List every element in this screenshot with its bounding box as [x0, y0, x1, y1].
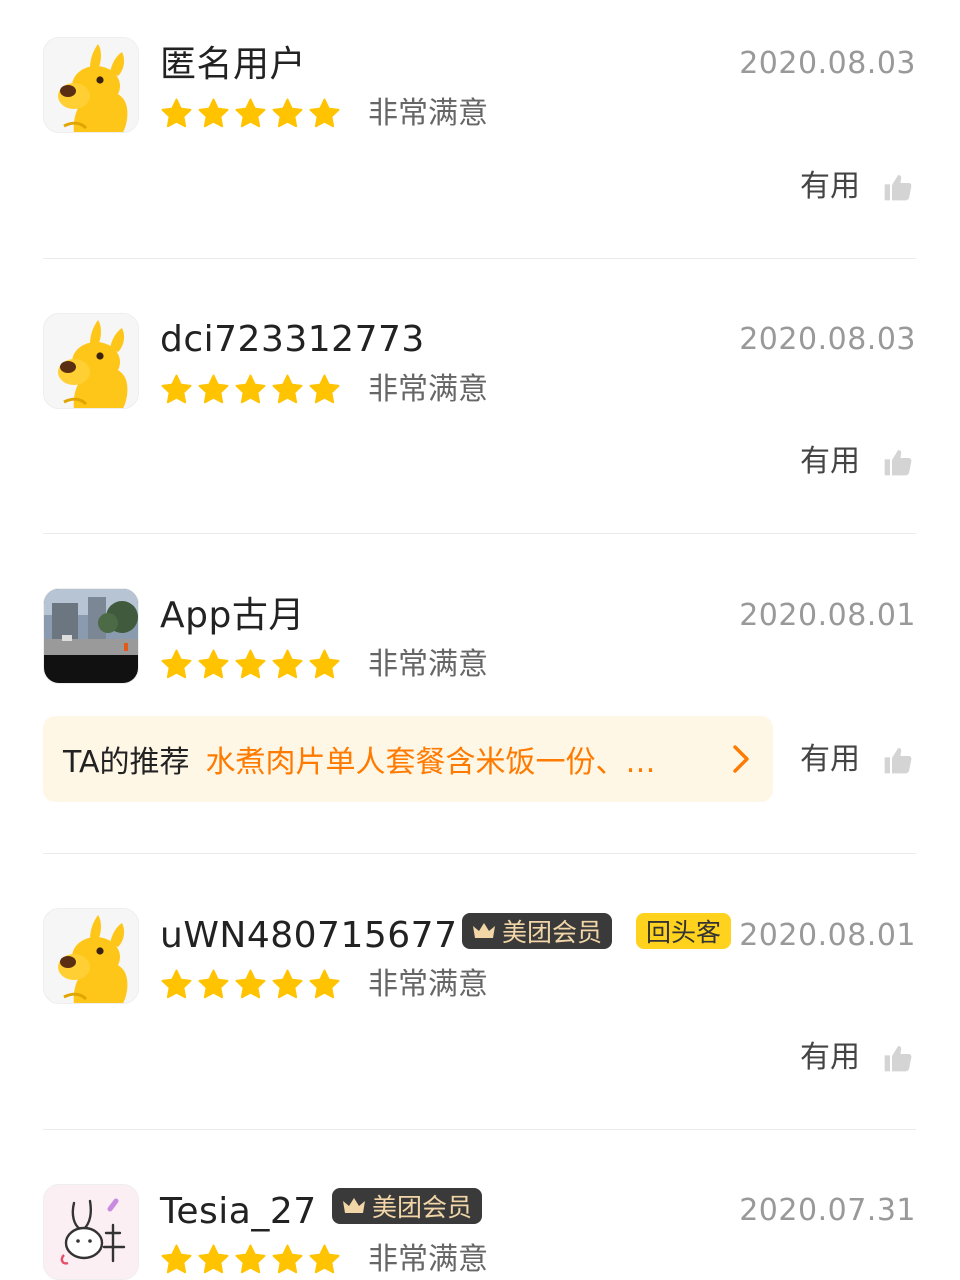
star-rating	[160, 1240, 341, 1280]
user-avatar[interactable]	[43, 908, 139, 1004]
useful-label: 有用	[800, 169, 860, 204]
thumbs-up-icon	[882, 1042, 914, 1074]
star-icon	[197, 97, 230, 130]
review-date: 2020.08.03	[739, 322, 916, 357]
rating-text: 非常满意	[368, 967, 488, 1002]
star-rating	[160, 645, 341, 685]
review-date: 2020.08.01	[739, 918, 916, 953]
star-icon	[160, 968, 193, 1001]
review-date: 2020.08.03	[739, 46, 916, 81]
rating-text: 非常满意	[368, 96, 488, 131]
star-icon	[160, 373, 193, 406]
user-avatar[interactable]	[43, 37, 139, 133]
member-badge-label: 美团会员	[502, 918, 603, 947]
rating-text: 非常满意	[368, 1242, 488, 1277]
recommend-dishes: 水煮肉片单人套餐含米饭一份、…	[205, 745, 656, 780]
star-icon	[308, 648, 341, 681]
star-icon	[308, 1243, 341, 1276]
username[interactable]: uWN480715677	[160, 914, 457, 958]
review-date: 2020.08.01	[739, 598, 916, 633]
star-icon	[308, 97, 341, 130]
chevron-right-icon	[733, 745, 749, 773]
useful-button[interactable]: 有用	[800, 167, 914, 207]
member-badge: 美团会员	[462, 913, 613, 949]
useful-button[interactable]: 有用	[800, 442, 914, 482]
star-icon	[234, 648, 267, 681]
star-icon	[160, 97, 193, 130]
useful-button[interactable]: 有用	[800, 740, 914, 780]
recommend-label: TA的推荐	[63, 745, 190, 780]
member-badge: 美团会员	[332, 1188, 483, 1224]
star-icon	[234, 1243, 267, 1276]
rating-text: 非常满意	[368, 647, 488, 682]
useful-button[interactable]: 有用	[800, 1038, 914, 1078]
divider	[43, 533, 916, 534]
star-icon	[308, 968, 341, 1001]
star-icon	[197, 648, 230, 681]
street-photo-icon	[44, 589, 139, 684]
review-date: 2020.07.31	[739, 1193, 916, 1228]
thumbs-up-icon	[882, 446, 914, 478]
star-icon	[271, 1243, 304, 1276]
rating-text: 非常满意	[368, 372, 488, 407]
username[interactable]: dci723312773	[160, 318, 425, 362]
divider	[43, 853, 916, 854]
star-icon	[160, 1243, 193, 1276]
username[interactable]: App古月	[160, 594, 305, 638]
return-badge-label: 回头客	[646, 918, 722, 947]
useful-label: 有用	[800, 742, 860, 777]
thumbs-up-icon	[882, 744, 914, 776]
star-icon	[271, 648, 304, 681]
star-icon	[234, 968, 267, 1001]
useful-label: 有用	[800, 1040, 860, 1075]
useful-label: 有用	[800, 444, 860, 479]
divider	[43, 258, 916, 259]
star-icon	[271, 373, 304, 406]
star-rating	[160, 965, 341, 1005]
return-customer-badge: 回头客	[636, 913, 732, 949]
star-icon	[234, 373, 267, 406]
star-icon	[197, 968, 230, 1001]
user-avatar[interactable]	[43, 313, 139, 409]
kangaroo-mascot-icon	[44, 38, 139, 133]
star-icon	[308, 373, 341, 406]
bunny-drawing-icon	[44, 1185, 139, 1280]
username[interactable]: 匿名用户	[160, 43, 306, 87]
member-badge-label: 美团会员	[372, 1193, 473, 1222]
star-rating	[160, 370, 341, 410]
kangaroo-mascot-icon	[44, 909, 139, 1004]
recommendation-card[interactable]: TA的推荐 水煮肉片单人套餐含米饭一份、…	[43, 716, 773, 802]
divider	[43, 1129, 916, 1130]
kangaroo-mascot-icon	[44, 314, 139, 409]
crown-icon	[470, 920, 498, 942]
star-icon	[271, 968, 304, 1001]
crown-icon	[340, 1195, 368, 1217]
thumbs-up-icon	[882, 171, 914, 203]
user-avatar[interactable]	[43, 1184, 139, 1280]
star-icon	[271, 97, 304, 130]
star-icon	[197, 1243, 230, 1276]
star-rating	[160, 94, 341, 134]
star-icon	[160, 648, 193, 681]
star-icon	[197, 373, 230, 406]
star-icon	[234, 97, 267, 130]
user-avatar[interactable]	[43, 588, 139, 684]
username[interactable]: Tesia_27	[160, 1190, 317, 1234]
